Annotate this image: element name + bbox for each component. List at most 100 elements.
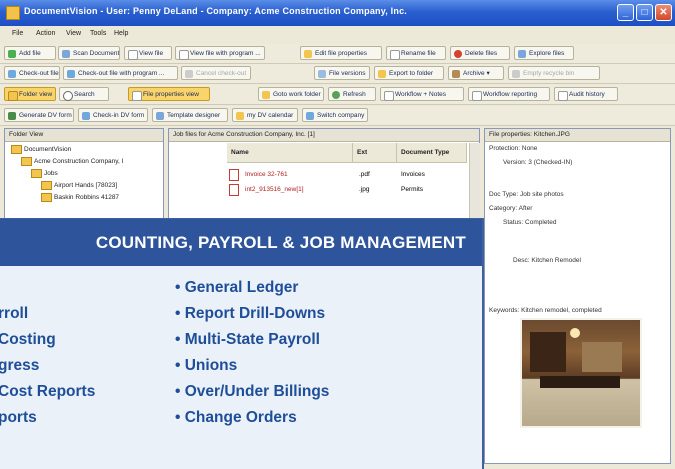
- feature-item: • Unions: [175, 357, 238, 374]
- tree-item-jobs[interactable]: Jobs: [31, 169, 58, 178]
- properties-icon: [132, 91, 142, 101]
- export-to-folder-button[interactable]: Export to folder: [374, 66, 444, 80]
- form-icon: [8, 112, 16, 120]
- history-icon: [558, 91, 568, 101]
- folder-pane-header: Folder View: [5, 129, 163, 142]
- folder-icon: [378, 70, 386, 78]
- check-in-dv-form-button[interactable]: Check-in DV form: [78, 108, 148, 122]
- feature-item: • General Ledger: [175, 279, 299, 296]
- properties-pane-header: File properties: Kitchen.JPG: [485, 129, 670, 142]
- switch-company-button[interactable]: Switch company: [302, 108, 368, 122]
- document-icon: [390, 50, 400, 60]
- workflow-icon: [384, 91, 394, 101]
- feature-overlay: COUNTING, PAYROLL & JOB MANAGEMENT rroll…: [0, 218, 484, 469]
- versions-icon: [318, 70, 326, 78]
- audit-history-button[interactable]: Audit history: [554, 87, 618, 101]
- edit-file-properties-button[interactable]: Edit file properties: [300, 46, 382, 60]
- switch-icon: [306, 112, 314, 120]
- recycle-bin-icon: [512, 70, 520, 78]
- file-name: int2_913516_new[1]: [245, 186, 304, 193]
- file-name: Invoice 32-761: [245, 171, 288, 178]
- minimize-button[interactable]: _: [617, 4, 634, 21]
- property-doc-type: Doc Type: Job site photos: [489, 191, 564, 198]
- scanner-icon: [62, 50, 70, 58]
- folder-icon: [31, 169, 42, 178]
- tree-item-company[interactable]: Acme Construction Company, I: [21, 157, 123, 166]
- menu-bar: File Action View Tools Help: [0, 26, 675, 42]
- document-icon: [179, 50, 189, 60]
- menu-help[interactable]: Help: [114, 30, 128, 37]
- search-icon: [63, 91, 73, 101]
- add-file-button[interactable]: Add file: [4, 46, 56, 60]
- toolbar-checkout: Check-out file Check-out file with progr…: [0, 64, 675, 84]
- delete-files-button[interactable]: Delete files: [450, 46, 510, 60]
- view-file-with-program-button[interactable]: View file with program ...: [175, 46, 265, 60]
- check-out-with-program-button[interactable]: Check-out file with program ...: [63, 66, 178, 80]
- search-button[interactable]: Search: [59, 87, 109, 101]
- refresh-icon: [332, 91, 340, 99]
- explore-files-button[interactable]: Explore files: [514, 46, 574, 60]
- window-title: DocumentVision - User: Penny DeLand - Co…: [24, 6, 407, 16]
- refresh-button[interactable]: Refresh: [328, 87, 376, 101]
- template-designer-button[interactable]: Template designer: [152, 108, 228, 122]
- overlay-heading: COUNTING, PAYROLL & JOB MANAGEMENT: [0, 219, 482, 266]
- maximize-button[interactable]: □: [636, 4, 653, 21]
- feature-item: Costing: [0, 331, 56, 348]
- checkout-icon: [67, 70, 75, 78]
- folder-icon: [21, 157, 32, 166]
- property-description: Desc: Kitchen Remodel: [513, 257, 581, 264]
- image-file-icon: [229, 184, 239, 196]
- folder-icon: [8, 91, 18, 101]
- file-ext: .pdf: [359, 171, 370, 178]
- cancel-check-out-button[interactable]: Cancel check-out: [181, 66, 251, 80]
- folder-icon: [41, 181, 52, 190]
- empty-recycle-bin-button[interactable]: Empty recycle bin: [508, 66, 600, 80]
- workflow-reporting-button[interactable]: Workflow reporting: [468, 87, 550, 101]
- property-protection: Protection: None: [489, 145, 538, 152]
- tree-item-job[interactable]: Baskin Robbins 41287: [41, 193, 119, 202]
- goto-work-folder-button[interactable]: Goto work folder: [258, 87, 324, 101]
- scan-document-button[interactable]: Scan Document: [58, 46, 120, 60]
- tree-item-root[interactable]: DocumentVision: [11, 145, 71, 154]
- folder-view-button[interactable]: Folder view: [4, 87, 56, 101]
- menu-view[interactable]: View: [66, 30, 81, 37]
- menu-tools[interactable]: Tools: [90, 30, 106, 37]
- workflow-notes-button[interactable]: Workflow + Notes: [380, 87, 464, 101]
- my-dv-calendar-button[interactable]: my DV calendar: [232, 108, 298, 122]
- column-header-document-type[interactable]: Document Type: [397, 143, 467, 163]
- menu-action[interactable]: Action: [36, 30, 55, 37]
- pdf-file-icon: [229, 169, 239, 181]
- folder-icon: [262, 91, 270, 99]
- app-icon: [6, 6, 20, 20]
- check-out-file-button[interactable]: Check-out file: [4, 66, 60, 80]
- feature-item: ports: [0, 409, 37, 426]
- feature-item: • Multi-State Payroll: [175, 331, 320, 348]
- menu-file[interactable]: File: [12, 30, 23, 37]
- checkin-icon: [82, 112, 90, 120]
- column-header-name[interactable]: Name: [227, 143, 353, 163]
- toolbar-views: Folder view Search File properties view …: [0, 85, 675, 105]
- add-icon: [8, 50, 16, 58]
- generate-dv-form-button[interactable]: Generate DV form: [4, 108, 74, 122]
- column-header-ext[interactable]: Ext: [353, 143, 397, 163]
- property-version: Version: 3 (Checked-IN): [503, 159, 573, 166]
- property-keywords: Keywords: Kitchen remodel, completed: [489, 307, 602, 314]
- kitchen-photo-preview: [520, 318, 642, 428]
- view-file-button[interactable]: View file: [124, 46, 172, 60]
- folder-icon: [11, 145, 22, 154]
- tree-item-job[interactable]: Airport Hands [78023]: [41, 181, 117, 190]
- archive-icon: [452, 70, 460, 78]
- file-properties-view-button[interactable]: File properties view: [128, 87, 210, 101]
- files-pane-header: Job files for Acme Construction Company,…: [169, 129, 479, 142]
- close-button[interactable]: ✕: [655, 4, 672, 21]
- property-status: Status: Completed: [503, 219, 557, 226]
- feature-item: • Over/Under Billings: [175, 383, 330, 400]
- cancel-icon: [185, 70, 193, 78]
- title-bar: DocumentVision - User: Penny DeLand - Co…: [0, 0, 675, 26]
- toolbar-forms: Generate DV form Check-in DV form Templa…: [0, 106, 675, 126]
- archive-button[interactable]: Archive ▾: [448, 66, 504, 80]
- rename-file-button[interactable]: Rename file: [386, 46, 446, 60]
- delete-icon: [454, 50, 462, 58]
- feature-item: Cost Reports: [0, 383, 96, 400]
- file-versions-button[interactable]: File versions: [314, 66, 370, 80]
